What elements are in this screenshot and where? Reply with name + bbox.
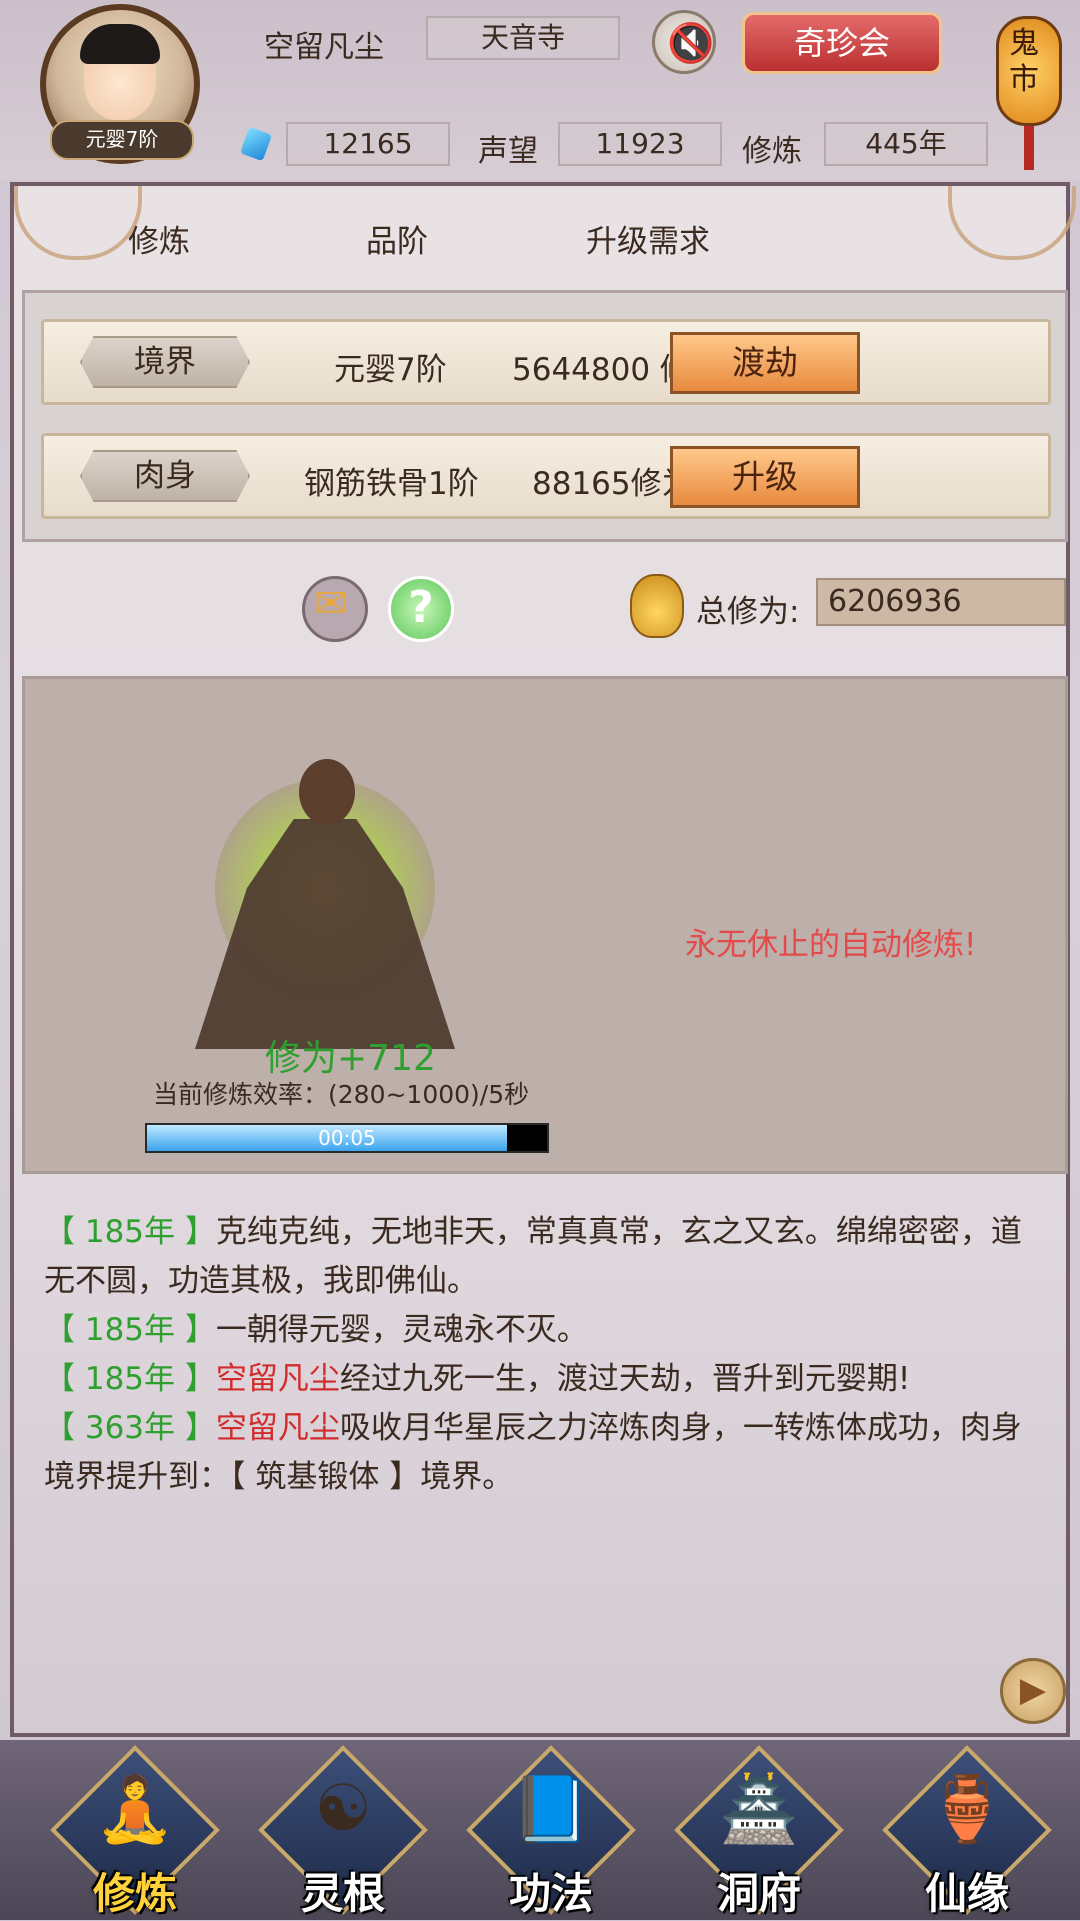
event-log: 【 185年 】克纯克纯，无地非天，常真真常，玄之又玄。绵绵密密，道无不圆，功造… <box>44 1208 1044 1502</box>
upgrade-list: 境界 元婴7阶 5644800 修为 渡劫 肉身 钢筋铁骨1阶 88165修为 … <box>22 290 1068 542</box>
cultivation-years: 445年 <box>824 122 988 166</box>
scripture-book-icon: 📘 <box>511 1773 591 1847</box>
tribulation-button[interactable]: 渡劫 <box>670 332 860 394</box>
total-cultivation-label: 总修为: <box>696 594 800 630</box>
tab-requirement[interactable]: 升级需求 <box>586 216 710 261</box>
nav-item-4[interactable]: 🏯 洞府 <box>674 1745 844 1920</box>
upgrade-button[interactable]: 升级 <box>670 446 860 508</box>
nav-label: 洞府 <box>716 1869 801 1918</box>
cultivation-panel: 修炼 品阶 升级需求 境界 元婴7阶 5644800 修为 渡劫 肉身 钢筋铁骨… <box>10 182 1076 1737</box>
nav-label: 灵根 <box>300 1869 385 1918</box>
envelope-icon: ✉ <box>314 581 348 627</box>
log-player-name: 空留凡尘 <box>215 1410 340 1446</box>
ghost-market-label: 鬼市 <box>1009 26 1039 97</box>
ghost-market-lantern[interactable]: 鬼市 <box>990 0 1070 170</box>
cultivation-progress-bar: 00:05 <box>145 1123 549 1153</box>
cultivation-gain: 修为+712 <box>265 1038 436 1079</box>
top-bar: 元婴7阶 空留凡尘 天音寺 🔇 奇珍会 鬼市 12165 声望 11923 修炼… <box>0 0 1080 180</box>
nav-item-5[interactable]: 🏺 仙缘 <box>882 1745 1052 1920</box>
treasure-auction-button[interactable]: 奇珍会 <box>742 12 942 74</box>
tab-grade[interactable]: 品阶 <box>366 216 428 261</box>
log-player-name: 空留凡尘 <box>215 1361 340 1397</box>
log-text: 一朝得元婴，灵魂永不灭。 <box>215 1312 588 1348</box>
body-requirement: 88165修为 <box>532 466 693 502</box>
body-grade: 钢筋铁骨1阶 <box>304 466 479 502</box>
player-name: 空留凡尘 <box>264 30 384 65</box>
nav-item-2[interactable]: ☯ 灵根 <box>258 1745 428 1920</box>
log-entry: 【 185年 】克纯克纯，无地非天，常真真常，玄之又玄。绵绵密密，道无不圆，功造… <box>44 1208 1044 1306</box>
meditating-monk-figure <box>155 709 495 1069</box>
cultivation-scene: 修为+712 当前修炼效率：(280~1000)/5秒 00:05 永无休止的自… <box>22 676 1068 1174</box>
meditating-monk-icon: 🧘 <box>95 1773 175 1847</box>
tab-cultivate[interactable]: 修炼 <box>128 216 190 261</box>
reputation-value: 11923 <box>558 122 722 166</box>
monk-head <box>299 759 355 825</box>
mail-button[interactable]: ✉ <box>302 576 368 642</box>
body-label: 肉身 <box>80 450 250 502</box>
log-entry: 【 185年 】空留凡尘经过九死一生，渡过天劫，晋升到元婴期! <box>44 1355 1044 1404</box>
cultivation-rate: 当前修炼效率：(280~1000)/5秒 <box>153 1080 530 1109</box>
nav-label: 修炼 <box>92 1869 177 1918</box>
body-row: 肉身 钢筋铁骨1阶 88165修为 升级 <box>41 433 1051 519</box>
pagoda-icon: 🏯 <box>719 1773 799 1847</box>
nav-label: 仙缘 <box>924 1869 1009 1918</box>
nav-item-3[interactable]: 📘 功法 <box>466 1745 636 1920</box>
log-year: 【 185年 】 <box>44 1361 216 1397</box>
currency-value: 12165 <box>286 122 450 166</box>
avatar-hair <box>80 24 160 64</box>
reputation-label: 声望 <box>478 134 538 169</box>
yin-yang-sword-icon: ☯ <box>314 1772 372 1846</box>
sound-toggle-button[interactable]: 🔇 <box>652 10 716 74</box>
log-entry: 【 363年 】空留凡尘吸收月华星辰之力淬炼肉身，一转炼体成功，肉身境界提升到：… <box>44 1404 1044 1502</box>
log-year: 【 185年 】 <box>44 1214 216 1250</box>
total-cultivation-value: 6206936 <box>816 578 1066 626</box>
nav-label: 功法 <box>508 1869 593 1918</box>
help-button[interactable]: ? <box>388 576 454 642</box>
realm-badge: 元婴7阶 <box>50 120 194 160</box>
bottom-navigation: 🧘 修炼 ☯ 灵根 📘 功法 🏯 洞府 🏺 仙缘 <box>0 1740 1080 1920</box>
sect-box: 天音寺 <box>426 16 620 60</box>
auto-cultivate-text: 永无休止的自动修炼! <box>685 927 977 963</box>
next-page-button[interactable]: ▶ <box>1000 1658 1066 1724</box>
log-entry: 【 185年 】一朝得元婴，灵魂永不灭。 <box>44 1306 1044 1355</box>
progress-timer: 00:05 <box>318 1126 376 1150</box>
cultivation-label: 修炼 <box>742 134 802 169</box>
lantern-tassel <box>1024 126 1034 170</box>
realm-label: 境界 <box>80 336 250 388</box>
log-text: 经过九死一生，渡过天劫，晋升到元婴期! <box>339 1361 911 1397</box>
muted-speaker-icon: 🔇 <box>667 21 715 65</box>
realm-row: 境界 元婴7阶 5644800 修为 渡劫 <box>41 319 1051 405</box>
money-bag-icon <box>630 574 684 638</box>
realm-grade: 元婴7阶 <box>334 352 447 388</box>
column-headers: 修炼 品阶 升级需求 <box>24 216 1064 276</box>
gourd-icon: 🏺 <box>927 1773 1007 1847</box>
log-year: 【 185年 】 <box>44 1312 216 1348</box>
nav-item-1[interactable]: 🧘 修炼 <box>50 1745 220 1920</box>
log-year: 【 363年 】 <box>44 1410 216 1446</box>
spirit-gem-icon <box>239 126 273 162</box>
